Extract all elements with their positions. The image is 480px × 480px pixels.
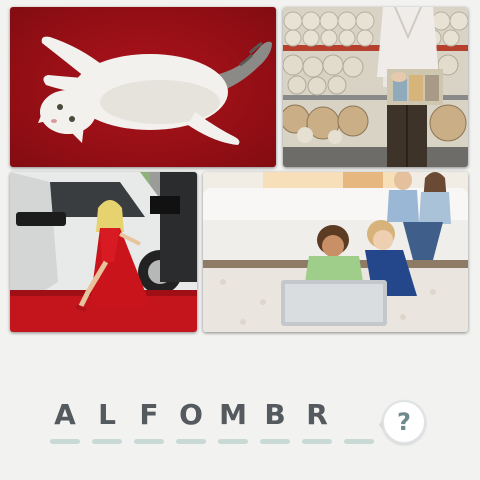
photo-children-on-rug[interactable] — [203, 172, 468, 332]
hint-button[interactable]: ? — [378, 400, 430, 444]
slot-underline — [260, 439, 290, 444]
answer-slot[interactable]: F — [134, 397, 164, 447]
answer-slots: A L F O M B R — [50, 397, 380, 447]
answer-slot[interactable]: B — [260, 397, 290, 447]
answer-letter: R — [306, 398, 328, 431]
answer-slot[interactable]: O — [176, 397, 206, 447]
question-mark-icon: ? — [397, 408, 411, 436]
photo-cat-on-red-carpet[interactable] — [10, 7, 276, 167]
slot-underline — [176, 439, 206, 444]
answer-letter: M — [219, 398, 247, 431]
answer-slot[interactable]: M — [218, 397, 248, 447]
slot-underline — [134, 439, 164, 444]
family-illustration — [203, 172, 468, 332]
cat-illustration — [10, 7, 276, 167]
answer-letter: L — [98, 398, 116, 431]
answer-letter: O — [179, 398, 203, 431]
answer-letter: B — [264, 398, 286, 431]
answer-letter: F — [139, 398, 159, 431]
photo-carpet-rolls-store[interactable] — [283, 7, 468, 167]
store-illustration — [283, 7, 468, 167]
answer-slot[interactable]: A — [50, 397, 80, 447]
answer-slot[interactable]: L — [92, 397, 122, 447]
answer-slot[interactable]: R — [302, 397, 332, 447]
slot-underline — [344, 439, 374, 444]
slot-underline — [50, 439, 80, 444]
red-carpet-illustration — [10, 172, 197, 332]
slot-underline — [218, 439, 248, 444]
photo-red-carpet-arrival[interactable] — [10, 172, 197, 332]
slot-underline — [92, 439, 122, 444]
answer-letter: A — [54, 398, 76, 431]
answer-slot[interactable] — [344, 397, 374, 447]
slot-underline — [302, 439, 332, 444]
